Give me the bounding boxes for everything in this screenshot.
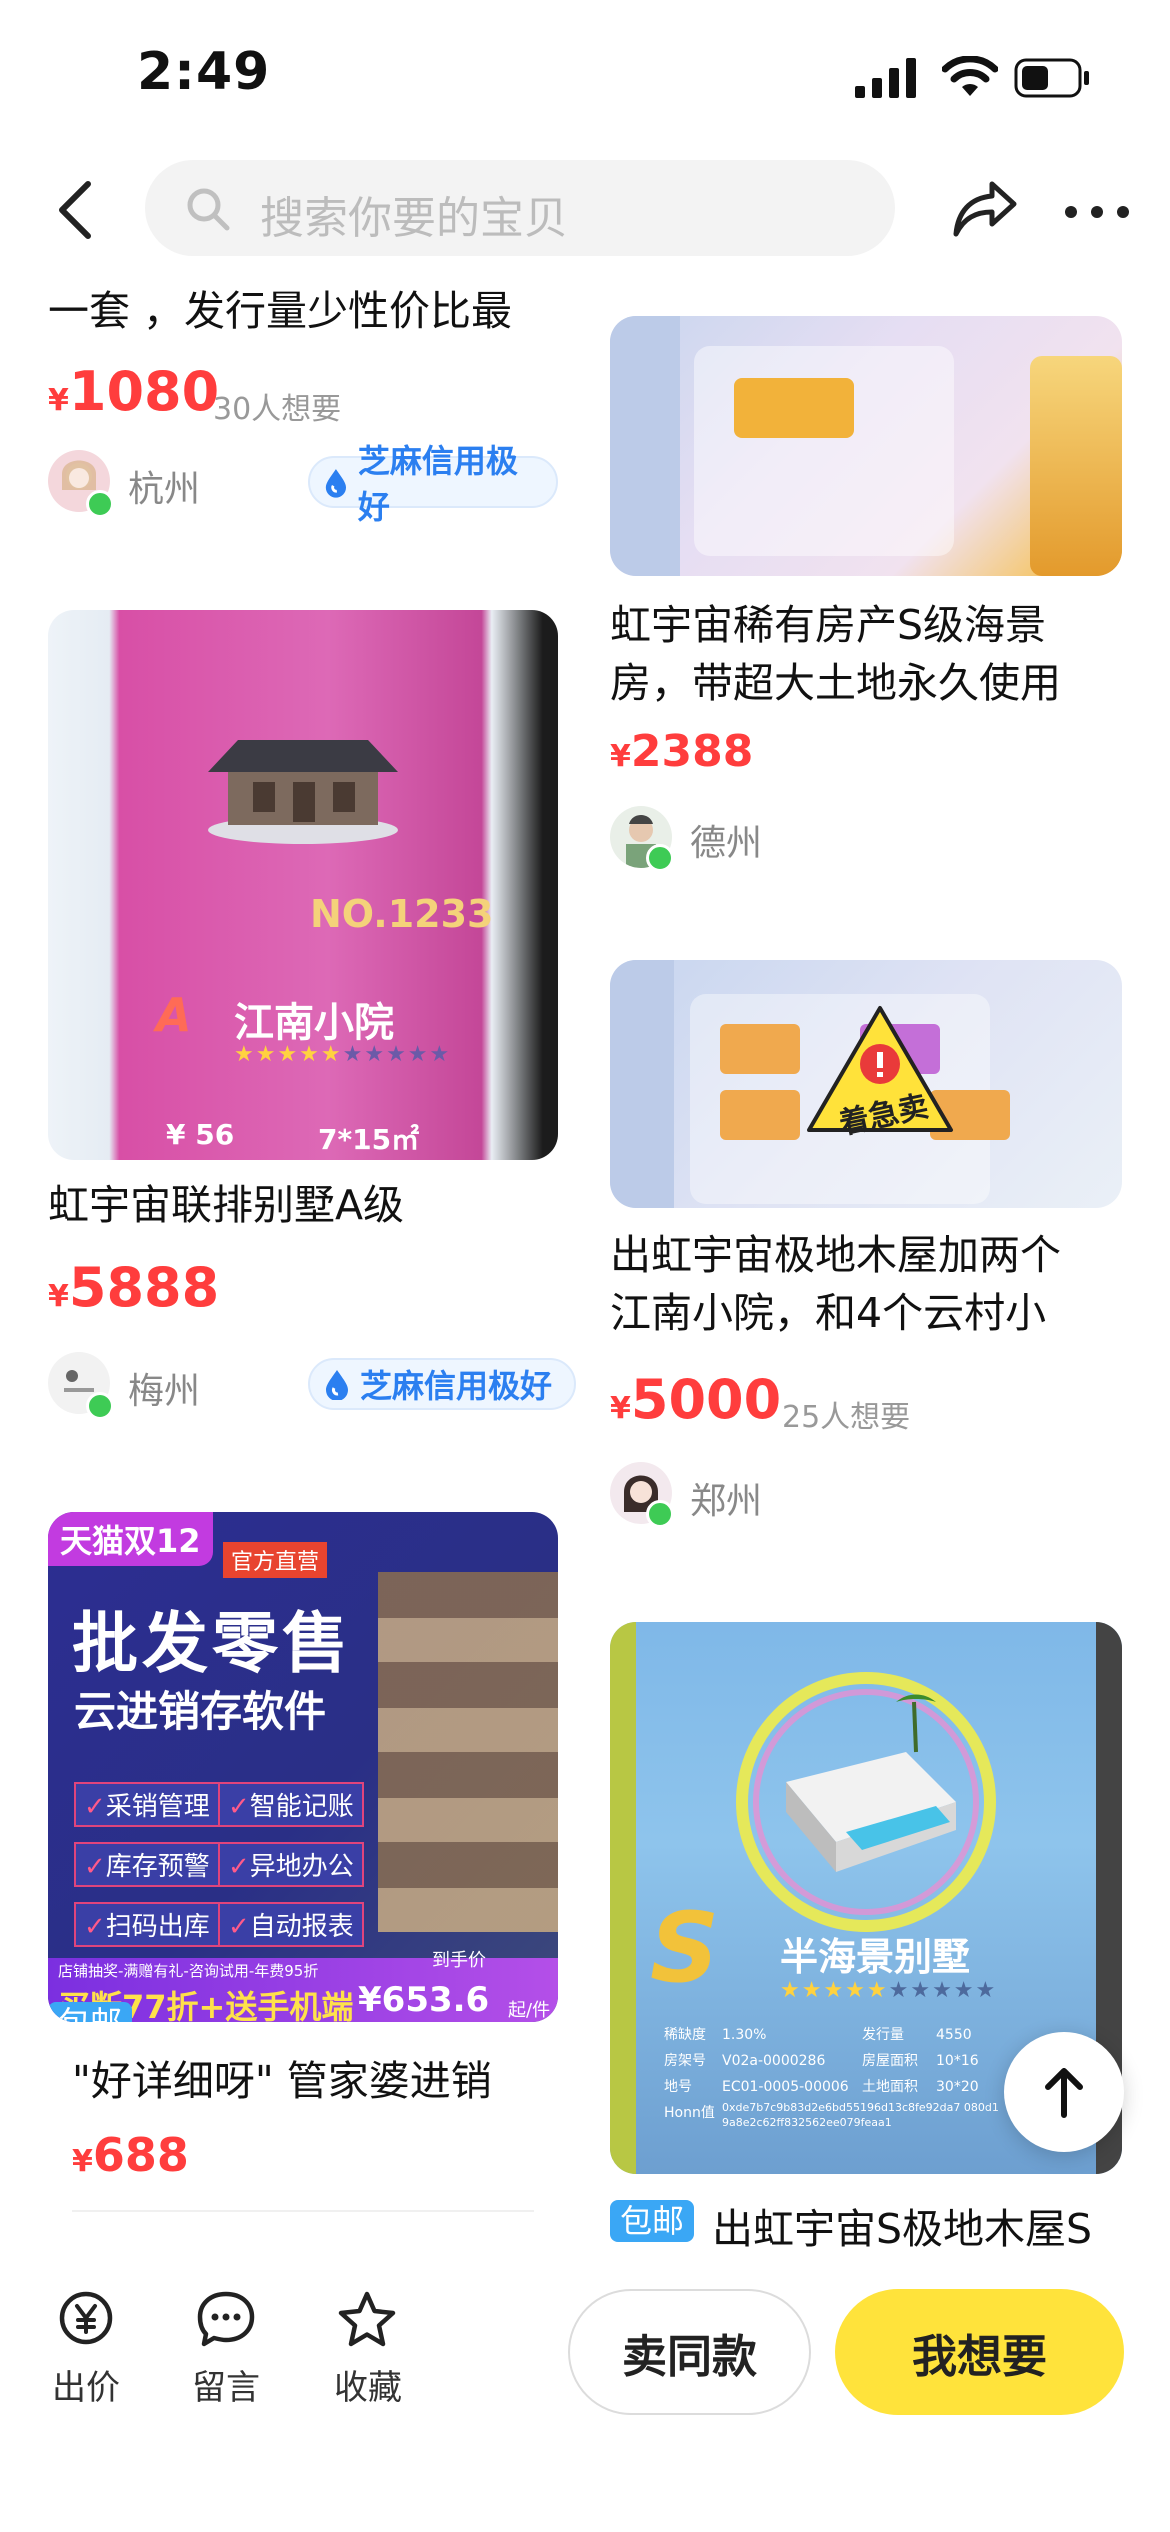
product-image[interactable] [610, 316, 1122, 576]
offer-button[interactable]: 出价 [36, 2290, 136, 2410]
image-hand-label: 到手价 [432, 1950, 486, 1971]
image-sidebar [610, 960, 674, 1208]
product-title-line[interactable]: 出虹宇宙极地木屋加两个 [610, 1226, 1061, 1284]
star-icon [338, 2291, 396, 2347]
seller-city: 杭州 [128, 469, 201, 510]
image-feature: ✓库存预警 [74, 1842, 220, 1887]
online-dot [86, 490, 114, 518]
image-grade: S [650, 1892, 720, 2004]
image-stat-size: 7*15㎡ [318, 1123, 420, 1156]
credit-drop-icon [326, 1370, 348, 1400]
want-count: 25人想要 [782, 1400, 911, 1435]
favorite-button[interactable]: 收藏 [318, 2290, 418, 2410]
search-placeholder: 搜索你要的宝贝 [260, 193, 568, 244]
image-headline: 批发零售 [72, 1605, 352, 1682]
product-image[interactable]: 着急卖 [610, 960, 1122, 1208]
online-dot [86, 1392, 114, 1420]
baoyou-tag: 包邮 [610, 2196, 695, 2242]
product-price: ¥5000 [610, 1368, 782, 1431]
image-official: 官方直营 [223, 1542, 328, 1578]
image-number: NO.1233 [310, 892, 494, 936]
villa-illustration [736, 1672, 996, 1932]
house-illustration [208, 740, 398, 844]
image-tile [720, 1024, 800, 1074]
more-options-icon[interactable] [1064, 205, 1130, 219]
want-count: 30人想要 [213, 392, 342, 427]
message-bubble-icon [197, 2291, 255, 2347]
image-promo: 天猫双12 [48, 1512, 213, 1566]
product-image[interactable]: 天猫双12 官方直营 批发零售 云进销存软件 ✓采销管理 ✓智能记账 ✓库存预警… [48, 1512, 558, 2022]
product-title[interactable]: 虹宇宙联排别墅A级 [48, 1176, 404, 1234]
seller-city: 德州 [690, 823, 763, 864]
image-tile [734, 378, 854, 438]
image-stars: ★★★★★★★★★★ [780, 1978, 998, 2003]
product-price: ¥1080 [48, 360, 220, 423]
message-label: 留言 [192, 2368, 260, 2408]
image-stars: ★★★★★★★★★★ [234, 1042, 452, 1067]
image-subheadline: 云进销存软件 [74, 1687, 327, 1736]
credit-badge: 芝麻信用极好 [308, 1358, 577, 1410]
baoyou-tag: 包邮 [48, 1998, 133, 2022]
seller-city: 郑州 [690, 1481, 763, 1522]
image-feature: ✓智能记账 [218, 1782, 364, 1827]
product-image[interactable]: NO.1233 A 江南小院 ★★★★★★★★★★ ¥ 56 7*15㎡ [48, 610, 558, 1160]
wifi-icon [942, 56, 998, 96]
search-box[interactable]: 搜索你要的宝贝 [145, 160, 895, 256]
product-price: ¥688 [72, 2128, 189, 2182]
image-unit: 起/件 [508, 2000, 551, 2021]
image-tile [720, 1090, 800, 1140]
image-name: 半海景别墅 [780, 1935, 971, 1979]
online-dot [646, 1500, 674, 1528]
online-dot [646, 844, 674, 872]
divider [72, 2210, 534, 2212]
image-hand-price: ¥653.6 [358, 1980, 490, 2020]
seller-city: 梅州 [128, 1371, 201, 1412]
image-feature: ✓异地办公 [218, 1842, 364, 1887]
image-frame-left [610, 1622, 636, 2174]
share-icon[interactable] [952, 178, 1018, 240]
image-warehouse [378, 1572, 558, 1932]
product-title-line[interactable]: 房，带超大土地永久使用 [610, 654, 1061, 712]
sell-same-button[interactable]: 卖同款 [568, 2289, 811, 2415]
message-button[interactable]: 留言 [176, 2290, 276, 2410]
product-title-line[interactable]: 虹宇宙稀有房产S级海景 [610, 596, 1046, 654]
product-title-line[interactable]: 江南小院，和4个云村小 [610, 1284, 1046, 1342]
product-card[interactable]: 一套 ，发行量少性价比最 ¥1080 30人想要 杭州 芝麻信用极好 [48, 278, 558, 528]
product-title[interactable]: "好详细呀" 管家婆进销 [72, 2052, 492, 2110]
image-feature: ✓自动报表 [218, 1902, 364, 1947]
image-sidebar [610, 316, 680, 576]
product-title: 一套 ，发行量少性价比最 [48, 287, 513, 335]
offer-price-icon [59, 2291, 113, 2345]
product-price: ¥2388 [610, 726, 754, 777]
i-want-button[interactable]: 我想要 [835, 2289, 1124, 2415]
favorite-label: 收藏 [334, 2368, 402, 2408]
image-grade: A [156, 988, 192, 1042]
image-card-right [1030, 356, 1122, 576]
image-stat-price: ¥ 56 [166, 1118, 235, 1151]
image-feature: ✓扫码出库 [74, 1902, 220, 1947]
search-icon [187, 188, 230, 231]
image-feature: ✓采销管理 [74, 1782, 220, 1827]
battery-icon [1014, 58, 1089, 98]
product-title[interactable]: 出虹宇宙S极地木屋S [712, 2200, 1092, 2258]
status-time: 2:49 [137, 42, 271, 102]
back-to-top-button[interactable] [1004, 2032, 1124, 2152]
arrow-up-icon [1045, 2068, 1083, 2118]
cellular-signal-icon [855, 58, 916, 98]
product-price: ¥5888 [48, 1256, 220, 1319]
image-name: 江南小院 [234, 1000, 394, 1046]
credit-badge: 芝麻信用极好 [308, 442, 558, 526]
credit-drop-icon [325, 469, 347, 498]
offer-label: 出价 [52, 2368, 120, 2408]
image-spec-table: 稀缺度 1.30% 发行量 4550 房架号 V02a-0000286 房屋面积 10*16… [664, 2027, 999, 2129]
image-small-text: 店铺抽奖-满赠有礼-咨询试用-年费95折 [58, 1962, 319, 1980]
back-arrow-icon[interactable] [52, 180, 100, 240]
